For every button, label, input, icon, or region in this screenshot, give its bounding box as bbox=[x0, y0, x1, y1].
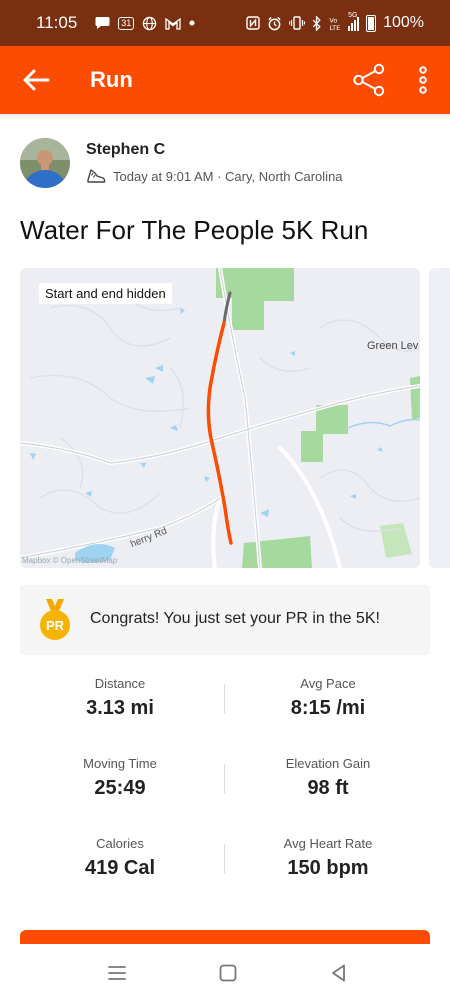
volte-icon: VoLTE bbox=[329, 16, 340, 31]
stat-elevation-gain-label: Elevation Gain bbox=[285, 756, 371, 771]
stat-avg-pace-label: Avg Pace bbox=[300, 676, 356, 691]
dot-icon bbox=[189, 20, 195, 26]
system-nav-bar bbox=[0, 944, 450, 1000]
app-bar: Run bbox=[0, 46, 450, 114]
back-nav-icon[interactable] bbox=[328, 962, 350, 984]
calendar-icon: 31 bbox=[118, 16, 135, 30]
pr-message: Congrats! You just set your PR in the 5K… bbox=[90, 610, 380, 627]
map-graphic bbox=[20, 268, 420, 568]
chat-icon bbox=[95, 17, 110, 29]
pr-medal-icon: PR bbox=[40, 599, 70, 640]
bluetooth-icon bbox=[312, 15, 321, 31]
signal-icon: 5G bbox=[348, 12, 360, 31]
vibrate-icon bbox=[289, 16, 306, 30]
stat-calories-label: Calories bbox=[96, 836, 144, 851]
back-arrow-icon[interactable] bbox=[20, 64, 52, 96]
nfc-icon bbox=[246, 16, 260, 30]
route-map[interactable] bbox=[20, 268, 420, 568]
alarm-icon bbox=[268, 16, 281, 30]
status-system-icons: Vo LTE 5G 100% bbox=[246, 0, 424, 46]
pr-medal-text: PR bbox=[46, 618, 65, 633]
privacy-badge: Start and end hidden bbox=[39, 283, 172, 304]
svg-text:LTE: LTE bbox=[329, 24, 340, 31]
stat-distance-value: 3.13 mi bbox=[86, 697, 154, 719]
globe-icon bbox=[143, 16, 157, 30]
gmail-icon bbox=[165, 17, 181, 30]
stat-divider bbox=[224, 844, 225, 874]
stat-elevation-gain-value: 98 ft bbox=[307, 777, 349, 799]
next-media-peek[interactable] bbox=[429, 268, 450, 568]
map-place-label: Green Lev bbox=[367, 340, 419, 352]
stat-moving-time-label: Moving Time bbox=[83, 756, 157, 771]
shoe-icon bbox=[87, 169, 106, 183]
stat-distance-label: Distance bbox=[94, 676, 146, 691]
stat-calories-value: 419 Cal bbox=[84, 857, 156, 879]
athlete-name[interactable]: Stephen C bbox=[86, 141, 165, 159]
avatar-photo bbox=[20, 138, 70, 188]
more-options-icon[interactable] bbox=[410, 62, 436, 98]
stat-avg-heart-rate-value: 150 bpm bbox=[287, 857, 369, 879]
network-type-label: 5G bbox=[348, 12, 358, 19]
stat-divider bbox=[224, 684, 225, 714]
share-icon[interactable] bbox=[352, 63, 386, 97]
activity-meta: Today at 9:01 AM · Cary, North Carolina bbox=[86, 166, 343, 186]
avatar[interactable] bbox=[20, 138, 70, 188]
stat-avg-heart-rate-label: Avg Heart Rate bbox=[283, 836, 373, 851]
battery-percentage: 100% bbox=[383, 14, 424, 31]
battery-icon bbox=[366, 14, 377, 32]
bottom-action-button[interactable] bbox=[20, 930, 430, 944]
activity-title: Water For The People 5K Run bbox=[20, 215, 369, 245]
stat-avg-pace-value: 8:15 /mi bbox=[290, 697, 366, 719]
stat-divider bbox=[224, 764, 225, 794]
stat-moving-time-value: 25:49 bbox=[94, 777, 146, 799]
pr-achievement-card[interactable]: PR Congrats! You just set your PR in the… bbox=[20, 585, 430, 655]
status-notification-icons: 31 bbox=[95, 16, 195, 31]
home-icon[interactable] bbox=[217, 962, 239, 984]
app-bar-shadow bbox=[0, 114, 450, 120]
page-title: Run bbox=[90, 67, 133, 92]
map-attribution: Mapbox © OpenStreetMap bbox=[22, 556, 118, 565]
status-bar: 11:05 31 Vo LTE 5G 100% bbox=[0, 0, 450, 46]
recent-apps-icon[interactable] bbox=[106, 962, 128, 984]
activity-time-location: Today at 9:01 AM · Cary, North Carolina bbox=[113, 168, 343, 184]
status-time: 11:05 bbox=[36, 13, 78, 32]
